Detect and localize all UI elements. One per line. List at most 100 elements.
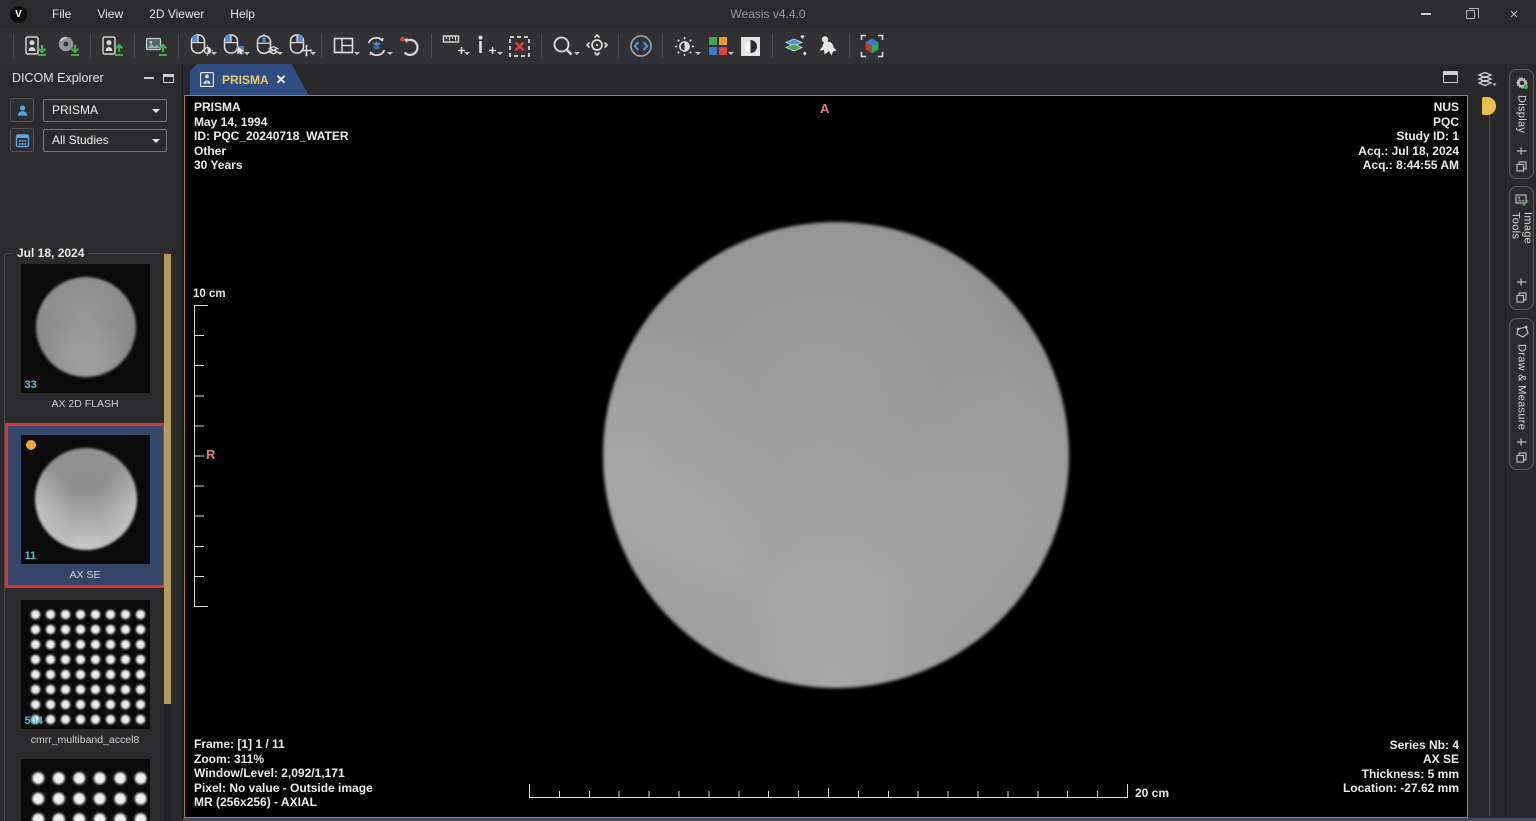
frame-scrollbar-thumb[interactable] [1482,97,1496,115]
float-window-icon[interactable] [1516,292,1527,303]
study-date-group: Jul 18, 2024 33 AX 2D FLASH 11 AX SE [4,253,171,821]
frame-scrollbar-track[interactable] [1489,98,1490,816]
3d-cube-icon [859,33,885,59]
delete-measurements-button[interactable] [503,31,536,61]
tab-display-label: Display [1516,95,1528,141]
detach-window-icon[interactable] [1443,71,1458,83]
pin-icon[interactable] [1517,277,1527,287]
window-level-button[interactable] [668,31,701,61]
series-thumbnail-ax-2d-flash[interactable]: 33 AX 2D FLASH [21,264,150,411]
thumbnail-image: 504 [21,600,150,729]
phantom-sphere-preview [35,448,137,550]
tab-close-icon[interactable]: ✕ [276,72,287,88]
mouse-right-pan-icon [287,33,313,59]
tab-display[interactable]: Display [1509,69,1534,179]
draw-measure-icon [1515,325,1529,339]
menu-help[interactable]: Help [219,2,266,26]
minimize-button[interactable] [1404,0,1448,28]
gear-icon [1515,76,1529,90]
study-select-value: All Studies [52,133,109,147]
tab-draw-measure-label: Draw & Measure [1516,344,1528,432]
dot-grid-preview [26,605,146,725]
pin-icon[interactable] [1517,146,1527,156]
close-button[interactable]: × [1492,0,1536,28]
mouse-right-pan-button[interactable] [283,31,316,61]
title-bar: V File View 2D Viewer Help Weasis v4.4.0… [0,0,1536,28]
mpr-icon [782,33,808,59]
sidebar-scrollbar-thumb[interactable] [164,254,171,704]
flip-icon [628,33,654,59]
export-dicom-button[interactable] [96,31,129,61]
study-select[interactable]: All Studies [43,129,167,152]
horizontal-ruler [529,784,1129,798]
3d-cube-button[interactable] [855,31,888,61]
measurement-tools-button[interactable] [437,31,470,61]
lut-button[interactable] [701,31,734,61]
lut-icon [706,34,730,58]
tab-image-tools[interactable]: Image Tools [1509,186,1534,310]
mri-water-phantom-image [603,222,1069,688]
zoom-button[interactable] [547,31,580,61]
synchronize-button[interactable] [360,31,393,61]
minimize-icon [1421,13,1431,15]
volume-rendering-button[interactable] [811,31,844,61]
import-cd-button[interactable] [52,31,85,61]
restore-button[interactable] [1448,0,1492,28]
float-window-icon[interactable] [1516,452,1527,463]
patient-select-value: PRISMA [52,103,98,117]
orientation-marker-anterior: A [820,101,829,116]
toolbar-separator [321,34,322,58]
series-label: cmrr_multiband_accel8 [31,734,140,747]
invert-lut-button[interactable] [734,31,767,61]
series-layers-button[interactable] [1471,66,1503,92]
layout-button[interactable] [327,31,360,61]
open-indicator-dot [26,440,36,450]
menu-bar: File View 2D Viewer Help [41,2,266,26]
panel-maximize-icon[interactable] [163,74,174,83]
series-thumbnail-cmrr-multiband[interactable]: 504 cmrr_multiband_accel8 [21,600,150,747]
mouse-middle-series-scroll-button[interactable] [250,31,283,61]
chevron-down-icon [152,109,160,117]
import-cd-icon [56,34,81,59]
float-window-icon[interactable] [1516,161,1527,172]
menu-2d-viewer[interactable]: 2D Viewer [138,2,215,26]
image-tools-icon [1515,193,1529,207]
panel-minimize-icon[interactable] [144,77,154,79]
patient-select[interactable]: PRISMA [43,99,167,122]
layout-icon [332,34,356,58]
series-thumbnail-ax-se-selected[interactable]: 11 AX SE [5,423,166,588]
series-thumbnail-partial[interactable] [21,759,150,821]
mpr-button[interactable] [778,31,811,61]
export-image-button[interactable] [140,31,173,61]
zoom-icon [551,34,576,59]
mouse-left-window-level-button[interactable] [184,31,217,61]
study-row: All Studies [0,122,182,152]
window-controls: × [1404,0,1536,28]
toolbar-separator [90,34,91,58]
toolbar-separator [618,34,619,58]
menu-view[interactable]: View [86,2,134,26]
toolbar-separator [662,34,663,58]
magnifier-pan-button[interactable] [580,31,613,61]
overlay-frame-info: Frame: [1] 1 / 11 Zoom: 311% Window/Leve… [194,737,373,810]
vertical-ruler-label: 10 cm [193,288,226,300]
tab-prisma[interactable]: PRISMA ✕ [190,64,309,95]
image-viewport[interactable]: PRISMA May 14, 1994 ID: PQC_20240718_WAT… [184,95,1468,818]
mouse-left-context-menu-button[interactable] [217,31,250,61]
invert-lut-icon [738,34,763,59]
weasis-window: V File View 2D Viewer Help Weasis v4.4.0… [0,0,1536,821]
chevron-down-icon [152,139,160,147]
pin-icon[interactable] [1517,437,1527,447]
reset-button[interactable] [393,31,426,61]
thumbnail-image: 11 [21,435,150,564]
flip-button[interactable] [624,31,657,61]
tab-draw-measure[interactable]: Draw & Measure [1509,318,1534,470]
menu-file[interactable]: File [41,2,82,26]
dot-grid-preview [25,765,147,821]
weasis-logo-icon: V [10,6,27,23]
dicom-explorer-panel: DICOM Explorer PRISMA [0,64,183,821]
study-date-label: Jul 18, 2024 [13,246,88,260]
annotation-tools-button[interactable] [470,31,503,61]
dropdown-caret-icon [310,52,316,58]
import-dicom-button[interactable] [19,31,52,61]
